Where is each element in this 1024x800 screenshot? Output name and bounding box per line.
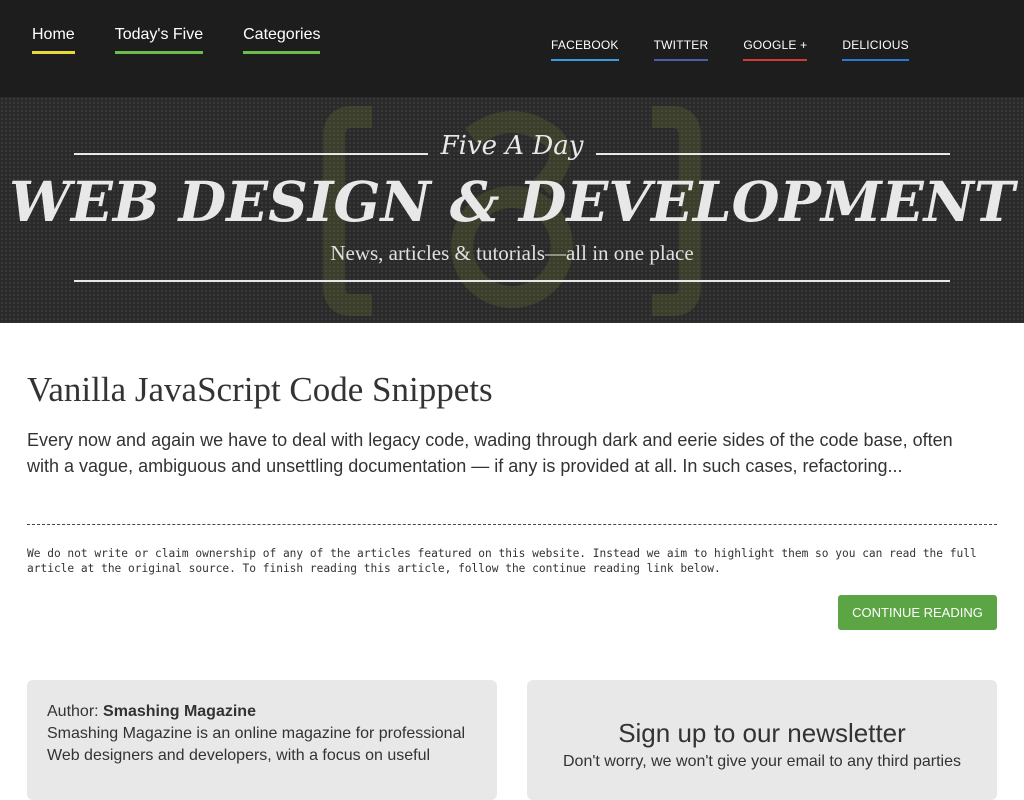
delicious-link[interactable]: DELICIOUS: [842, 38, 909, 61]
hero-banner: Five A Day WEB DESIGN & DEVELOPMENT News…: [0, 97, 1024, 323]
disclaimer-text: We do not write or claim ownership of an…: [27, 547, 977, 575]
article-excerpt: Every now and again we have to deal with…: [27, 430, 953, 476]
facebook-link[interactable]: FACEBOOK: [551, 38, 619, 61]
twitter-link[interactable]: TWITTER: [653, 38, 709, 61]
article-title[interactable]: Vanilla JavaScript Code Snippets: [27, 370, 493, 410]
divider: [27, 524, 997, 525]
hero-tagline: Five A Day: [440, 131, 584, 161]
google-plus-link[interactable]: GOOGLE +: [743, 38, 808, 61]
author-bio: Smashing Magazine is an online magazine …: [47, 725, 466, 764]
continue-reading-button[interactable]: CONTINUE READING: [838, 595, 997, 630]
nav-categories-link[interactable]: Categories: [243, 26, 321, 54]
nav-todays-five-link[interactable]: Today's Five: [114, 26, 204, 54]
author-card: Author: Smashing Magazine Smashing Magaz…: [27, 680, 497, 800]
hero-subtitle: News, articles & tutorials—all in one pl…: [330, 241, 694, 265]
hero-title: WEB DESIGN & DEVELOPMENT: [9, 169, 1015, 234]
main-nav: Home Today's Five Categories: [32, 26, 321, 54]
nav-home-link[interactable]: Home: [32, 26, 75, 54]
newsletter-title: Sign up to our newsletter: [618, 718, 906, 748]
newsletter-card: Sign up to our newsletter Don't worry, w…: [527, 680, 997, 800]
hero-bottom-line: [74, 280, 950, 282]
social-nav: FACEBOOK TWITTER GOOGLE + DELICIOUS: [551, 38, 909, 61]
author-name[interactable]: Smashing Magazine: [103, 703, 256, 720]
author-line: Author: Smashing Magazine: [47, 701, 477, 723]
top-bar: Home Today's Five Categories FACEBOOK TW…: [0, 0, 1024, 97]
author-label: Author:: [47, 703, 99, 720]
newsletter-subtitle: Don't worry, we won't give your email to…: [563, 753, 961, 770]
